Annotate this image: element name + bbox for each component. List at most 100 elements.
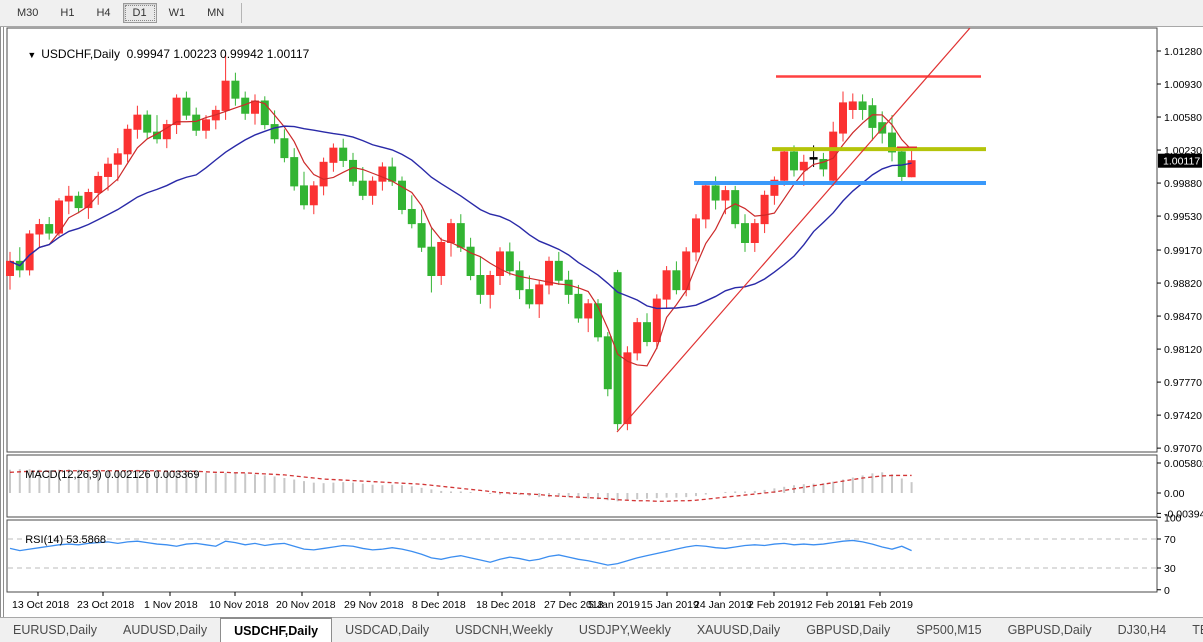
- toolbar-separator: [241, 3, 243, 23]
- candle-body: [437, 241, 446, 277]
- candle-body: [329, 147, 338, 163]
- date-axis-label: 1 Nov 2018: [144, 599, 198, 611]
- tf-button-h1[interactable]: H1: [50, 3, 84, 23]
- candle-body: [349, 159, 357, 182]
- candle-body: [407, 208, 416, 225]
- chart-canvas[interactable]: 1.012801.009301.005801.002300.998800.995…: [4, 27, 1203, 617]
- candle-body: [731, 190, 740, 225]
- rsi-axis-label: 0: [1164, 585, 1170, 597]
- candle-body: [290, 157, 299, 187]
- candle-body: [574, 293, 583, 319]
- candle-body: [711, 185, 720, 201]
- candle-body: [368, 180, 377, 196]
- candle-body: [104, 163, 112, 177]
- rsi-panel-border: [6, 519, 1158, 593]
- tf-button-mn[interactable]: MN: [197, 3, 234, 23]
- candle-body: [45, 224, 54, 234]
- candle-body: [750, 223, 759, 243]
- rsi-axis-label: 100: [1164, 512, 1182, 524]
- date-axis-label: 21 Feb 2019: [854, 599, 913, 611]
- candle-body: [721, 190, 730, 201]
- tab-dj30-h4[interactable]: DJ30,H4: [1105, 618, 1180, 642]
- candle-body: [780, 151, 789, 181]
- price-panel-border: [6, 27, 1158, 453]
- candle-body: [113, 153, 122, 165]
- tab-usdcad-daily[interactable]: USDCAD,Daily: [332, 618, 442, 642]
- candle-body: [554, 260, 563, 281]
- tab-audusd-daily[interactable]: AUDUSD,Daily: [110, 618, 220, 642]
- candle-body: [251, 100, 259, 114]
- candle-body: [790, 151, 798, 171]
- tab-eurusd-daily[interactable]: EURUSD,Daily: [0, 618, 110, 642]
- date-axis-label: 15 Jan 2019: [641, 599, 699, 611]
- symbol-dropdown-icon[interactable]: ▼: [27, 50, 36, 60]
- price-axis-label: 0.99530: [1164, 211, 1202, 223]
- tab-xauusd-daily[interactable]: XAUUSD,Daily: [684, 618, 793, 642]
- candle-body: [25, 233, 34, 271]
- tf-button-d1[interactable]: D1: [122, 3, 157, 23]
- candle-body: [172, 97, 181, 126]
- chart-window[interactable]: 1.01280 1.00930 1.00580 1.00230 0.99880 0.995…: [0, 27, 1203, 617]
- candle-body: [672, 270, 681, 291]
- price-axis-label: 0.99170: [1164, 245, 1202, 257]
- rsi-label: RSI(14) 53.5868: [13, 522, 106, 558]
- price-axis-label: 0.97770: [1164, 377, 1202, 389]
- chart-symbol-label: USDCHF,Daily: [41, 47, 120, 61]
- candle-body: [388, 166, 397, 182]
- date-axis-label: 2 Feb 2019: [748, 599, 801, 611]
- tab-usdcnh-weekly[interactable]: USDCNH,Weekly: [442, 618, 566, 642]
- date-axis-label: 8 Dec 2018: [412, 599, 466, 611]
- rsi-axis-label: 70: [1164, 534, 1176, 546]
- macd-values: 0.002126 0.003369: [104, 469, 200, 481]
- price-axis-label: 0.99880: [1164, 178, 1202, 190]
- candle-body: [280, 138, 289, 159]
- candle-body: [133, 114, 142, 130]
- candle-body: [231, 80, 240, 99]
- candle-body: [123, 128, 132, 155]
- candle-body: [799, 161, 808, 171]
- price-axis-label: 0.98120: [1164, 344, 1202, 356]
- candle-body: [505, 251, 514, 272]
- candle-body: [309, 185, 318, 206]
- tf-button-m30[interactable]: M30: [7, 3, 48, 23]
- tab-usdchf-daily[interactable]: USDCHF,Daily: [220, 617, 333, 642]
- candle-body: [564, 279, 573, 295]
- tf-button-w1[interactable]: W1: [159, 3, 196, 23]
- candle-body: [74, 195, 83, 209]
- chart-title: ▼ USDCHF,Daily 0.99947 1.00223 0.99942 1.…: [14, 33, 309, 75]
- tab-sp500-m15[interactable]: SP500,M15: [903, 618, 994, 642]
- candle-body: [35, 224, 44, 235]
- macd-axis-label: 0.005802: [1164, 458, 1203, 470]
- date-axis-label: 10 Nov 2018: [209, 599, 269, 611]
- date-axis-label: 29 Nov 2018: [344, 599, 404, 611]
- price-axis-label: 0.98820: [1164, 278, 1202, 290]
- candle-body: [94, 175, 103, 193]
- tab-usdjpy-weekly[interactable]: USDJPY,Weekly: [566, 618, 684, 642]
- candle-body: [535, 284, 544, 305]
- symbol-tabbar: EURUSD,Daily AUDUSD,Daily USDCHF,Daily USDC…: [0, 617, 1203, 642]
- candle-body: [378, 166, 387, 182]
- candle-body: [839, 102, 847, 134]
- candle-body: [603, 336, 612, 390]
- candle-body: [221, 80, 230, 111]
- candle-body: [643, 322, 651, 343]
- price-axis-label: 0.98470: [1164, 311, 1202, 323]
- candle-body: [809, 157, 818, 160]
- trendline[interactable]: [616, 28, 971, 433]
- rsi-line: [9, 539, 912, 566]
- candle-body: [652, 298, 661, 343]
- candle-body: [339, 147, 348, 161]
- price-axis-label: 1.01280: [1164, 46, 1202, 58]
- candle-body: [486, 275, 495, 295]
- candle-body: [515, 270, 524, 291]
- candle-body: [848, 101, 857, 110]
- tab-tech1[interactable]: TECH1: [1179, 618, 1203, 642]
- price-axis-label: 0.97070: [1164, 443, 1202, 455]
- date-axis-label: 13 Oct 2018: [12, 599, 69, 611]
- candle-body: [623, 352, 632, 425]
- tab-gbpusd-daily[interactable]: GBPUSD,Daily: [995, 618, 1105, 642]
- tf-button-h4[interactable]: H4: [86, 3, 120, 23]
- candle-body: [447, 223, 455, 243]
- candle-body: [192, 114, 201, 131]
- tab-gbpusd-daily[interactable]: GBPUSD,Daily: [793, 618, 903, 642]
